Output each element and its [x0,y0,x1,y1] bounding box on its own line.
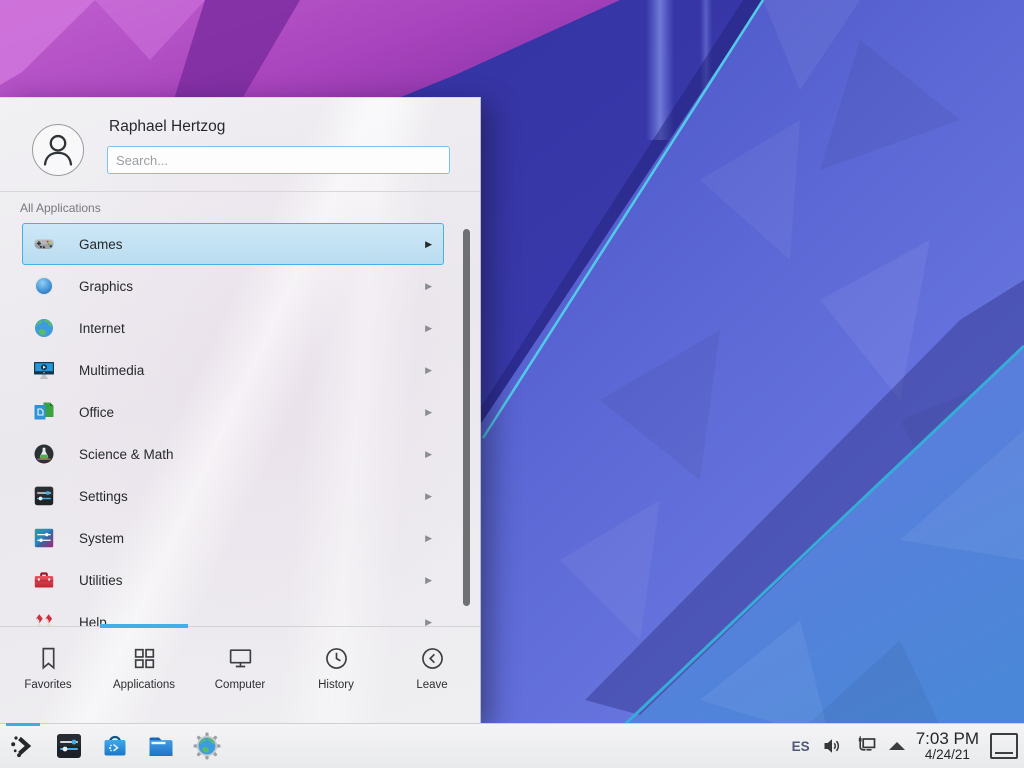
folder-icon [146,731,176,761]
category-settings[interactable]: Settings ▶ [22,475,444,517]
category-label: Utilities [79,573,123,588]
clock-date: 4/24/21 [925,748,970,763]
toolbox-icon [33,569,55,591]
system-sliders-icon [33,527,55,549]
user-icon [33,125,83,175]
category-label: Settings [79,489,128,504]
computer-icon [227,645,254,672]
submenu-arrow-icon: ▶ [425,449,432,460]
leave-icon [419,645,446,672]
help-icon [33,611,55,626]
scrollbar-thumb[interactable] [463,229,470,606]
category-office[interactable]: Office ▶ [22,391,444,433]
tab-label: Applications [113,679,175,691]
kickoff-launcher-icon [8,731,38,761]
system-settings-button[interactable] [54,731,84,761]
volume-icon[interactable] [821,735,843,757]
clock-icon [323,645,350,672]
user-avatar[interactable] [32,124,84,176]
documents-icon [33,401,55,423]
category-label: Graphics [79,279,133,294]
section-label: All Applications [20,201,101,215]
web-browser-button[interactable] [192,731,222,761]
system-settings-icon [54,731,84,761]
clock-time: 7:03 PM [916,730,979,748]
submenu-arrow-icon: ▶ [425,323,432,334]
expand-tray-caret-icon[interactable] [889,742,905,750]
application-launcher-button[interactable] [8,731,38,761]
category-label: Games [79,237,123,252]
network-icon[interactable] [854,735,878,757]
tab-computer[interactable]: Computer [192,629,288,724]
flask-icon [33,443,55,465]
category-multimedia[interactable]: Multimedia ▶ [22,349,444,391]
tab-leave[interactable]: Leave [384,629,480,724]
taskbar-app-icons [8,724,222,768]
category-label: Office [79,405,114,420]
category-list: Games ▶ Graphics ▶ [0,223,480,626]
user-name: Raphael Hertzog [109,118,225,136]
bookmark-icon [35,645,62,672]
category-label: System [79,531,124,546]
file-manager-button[interactable] [146,731,176,761]
submenu-arrow-icon: ▶ [425,407,432,418]
submenu-arrow-icon: ▶ [425,491,432,502]
tab-history[interactable]: History [288,629,384,724]
header-separator [0,191,480,192]
category-label: Internet [79,321,125,336]
active-tab-indicator [100,624,188,628]
search-input[interactable] [107,146,450,174]
tabbar-separator [0,626,480,627]
submenu-arrow-icon: ▶ [425,617,432,627]
active-task-indicator [6,723,40,726]
category-system[interactable]: System ▶ [22,517,444,559]
globe-gear-icon [192,731,222,761]
discover-software-button[interactable] [100,731,130,761]
keyboard-layout-indicator[interactable]: ES [792,739,810,754]
application-launcher-menu: Raphael Hertzog All Applications Games ▶ [0,97,481,723]
tab-label: Computer [215,679,266,691]
category-help[interactable]: Help ▶ [22,601,444,626]
system-tray: ES 7:03 PM 4/24/21 [792,724,1022,768]
tab-label: Favorites [24,679,71,691]
submenu-arrow-icon: ▶ [425,239,432,250]
show-desktop-button[interactable] [990,733,1018,759]
tab-label: Leave [416,679,447,691]
category-graphics[interactable]: Graphics ▶ [22,265,444,307]
submenu-arrow-icon: ▶ [425,533,432,544]
globe-icon [33,317,55,339]
desktop-screen: Raphael Hertzog All Applications Games ▶ [0,0,1024,768]
taskbar-panel: ES 7:03 PM 4/24/21 [0,723,1024,768]
category-internet[interactable]: Internet ▶ [22,307,444,349]
submenu-arrow-icon: ▶ [425,575,432,586]
discover-bag-icon [100,731,130,761]
category-label: Multimedia [79,363,144,378]
sphere-icon [33,275,55,297]
category-utilities[interactable]: Utilities ▶ [22,559,444,601]
category-label: Science & Math [79,447,174,462]
tab-label: History [318,679,354,691]
grid-icon [131,645,158,672]
submenu-arrow-icon: ▶ [425,365,432,376]
tab-applications[interactable]: Applications [96,629,192,724]
monitor-play-icon [33,359,55,381]
digital-clock[interactable]: 7:03 PM 4/24/21 [916,730,979,763]
submenu-arrow-icon: ▶ [425,281,432,292]
category-games[interactable]: Games ▶ [22,223,444,265]
sliders-icon [33,485,55,507]
category-science-math[interactable]: Science & Math ▶ [22,433,444,475]
footer-tab-bar: Favorites Applications C [0,629,480,724]
gamepad-icon [33,233,55,255]
tab-favorites[interactable]: Favorites [0,629,96,724]
